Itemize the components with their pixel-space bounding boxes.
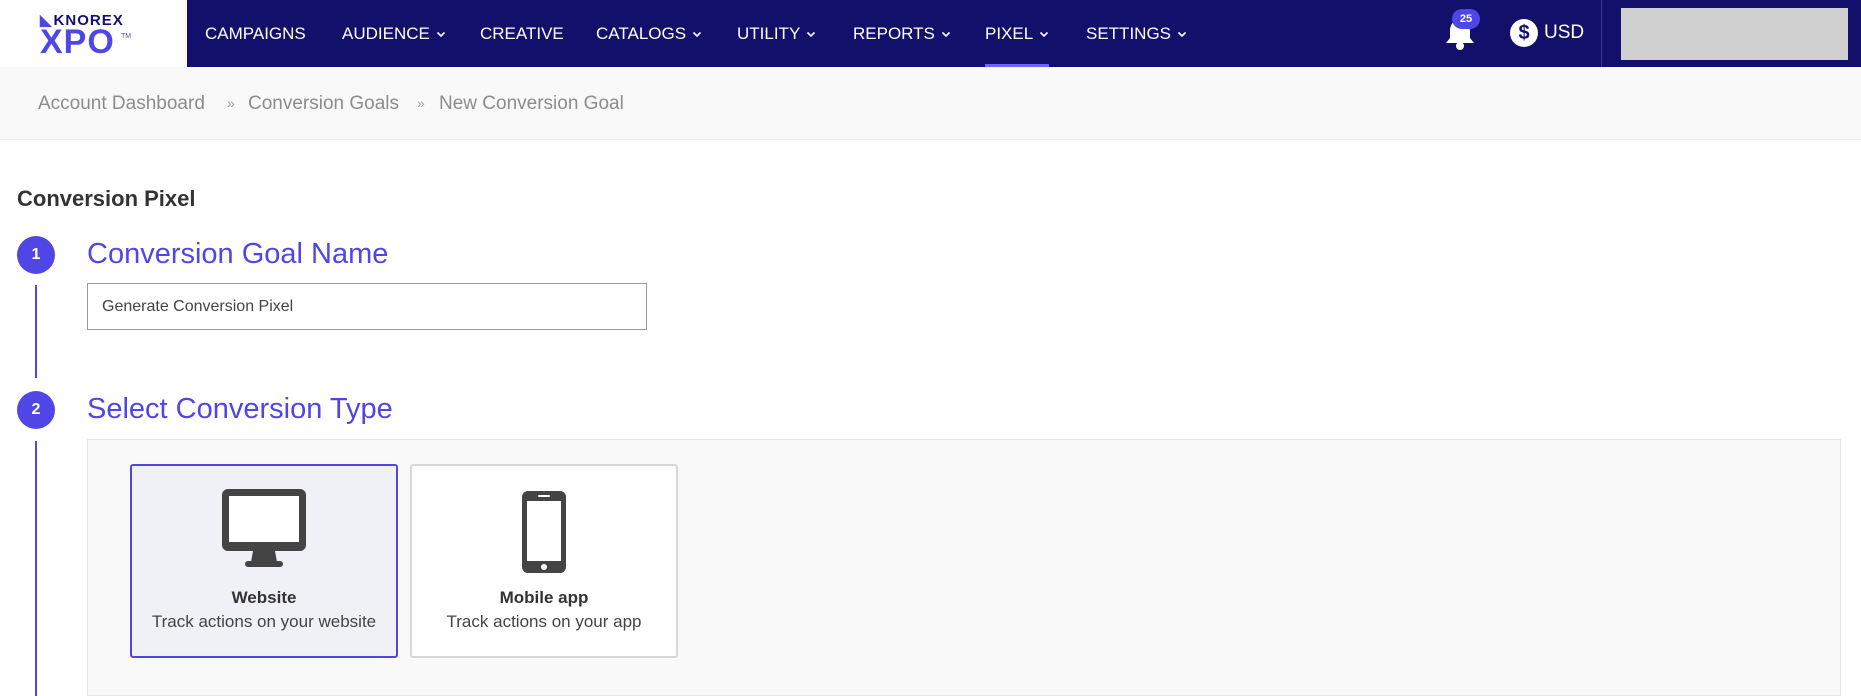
nav-item-catalogs[interactable]: CATALOGS (596, 0, 702, 67)
nav-item-creative[interactable]: CREATIVE (480, 0, 564, 67)
nav-item-utility[interactable]: UTILITY (737, 0, 816, 67)
breadcrumb-conversion-goals[interactable]: Conversion Goals (248, 93, 399, 115)
chevron-down-icon (941, 31, 950, 37)
notification-count-badge: 25 (1452, 9, 1480, 29)
mobile-app-option-title: Mobile app (499, 588, 589, 607)
conversion-goal-name-input[interactable] (87, 283, 647, 330)
breadcrumb-separator: » (227, 95, 235, 111)
step-1-indicator: 1 (17, 236, 55, 274)
step-1-title: Conversion Goal Name (87, 238, 389, 270)
currency-selector[interactable]: $ USD (1510, 18, 1584, 48)
conversion-type-mobile-app[interactable]: Mobile app Track actions on your app (410, 464, 678, 658)
top-nav-bar: ◣KNOREX XPO TM CAMPAIGNS AUDIENCE CREATI… (0, 0, 1861, 67)
step-connector-line (35, 441, 37, 696)
conversion-type-website[interactable]: Website Track actions on your website (130, 464, 398, 658)
step-connector-line (35, 285, 37, 378)
logo-brand-main: XPO (40, 23, 115, 61)
nav-divider (1601, 0, 1602, 67)
chevron-down-icon (807, 31, 816, 37)
mobile-app-option-description: Track actions on your app (446, 612, 642, 631)
step-2-title: Select Conversion Type (87, 393, 393, 425)
breadcrumb: Account Dashboard » Conversion Goals » N… (0, 67, 1861, 140)
breadcrumb-separator: » (417, 95, 425, 111)
step-2-indicator: 2 (17, 391, 55, 429)
page-title: Conversion Pixel (17, 186, 196, 211)
nav-item-campaigns[interactable]: CAMPAIGNS (205, 0, 306, 67)
nav-item-reports[interactable]: REPORTS (853, 0, 951, 67)
chevron-down-icon (436, 31, 445, 37)
logo-trademark: TM (121, 33, 132, 40)
currency-label: USD (1544, 22, 1585, 43)
nav-item-audience[interactable]: AUDIENCE (342, 0, 446, 67)
dollar-icon: $ (1510, 19, 1538, 47)
desktop-icon (222, 489, 306, 567)
mobile-phone-icon (522, 491, 566, 573)
chevron-down-icon (1040, 31, 1049, 37)
brand-logo[interactable]: ◣KNOREX XPO TM (0, 0, 187, 67)
account-menu[interactable] (1621, 8, 1848, 60)
website-option-description: Track actions on your website (151, 612, 377, 631)
website-option-title: Website (231, 588, 297, 607)
chevron-down-icon (1177, 31, 1187, 37)
breadcrumb-account-dashboard[interactable]: Account Dashboard (38, 93, 205, 115)
breadcrumb-new-conversion-goal: New Conversion Goal (439, 93, 624, 114)
nav-item-settings[interactable]: SETTINGS (1086, 0, 1187, 67)
nav-item-pixel[interactable]: PIXEL (985, 0, 1050, 67)
chevron-down-icon (692, 31, 702, 37)
